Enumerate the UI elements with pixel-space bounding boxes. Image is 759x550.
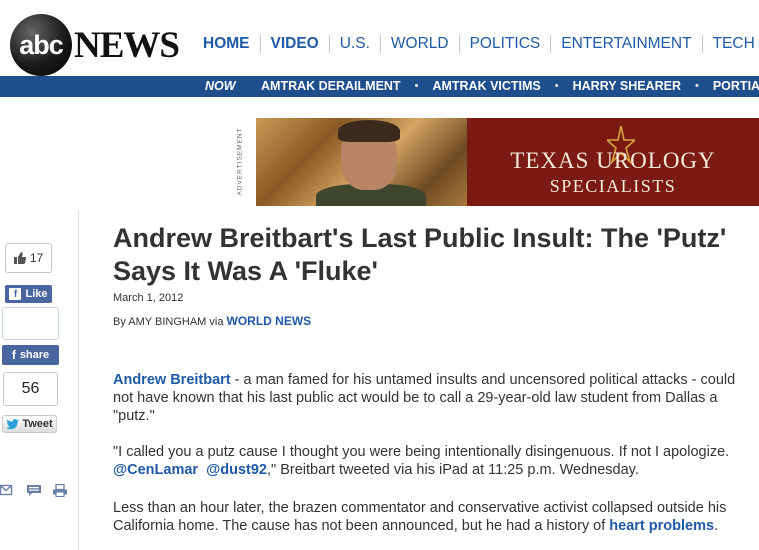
- abc-logo-circle: abc: [10, 14, 72, 76]
- nav-video[interactable]: VIDEO: [261, 35, 329, 53]
- like-label: Like: [25, 288, 48, 300]
- nav-tech[interactable]: TECH: [703, 35, 759, 53]
- article-paragraph-1: Andrew Breitbart - a man famed for his u…: [113, 371, 753, 425]
- trending-link[interactable]: HARRY SHEARER: [573, 79, 681, 93]
- article-paragraph-2: "I called you a putz cause I thought you…: [113, 443, 753, 479]
- like-count: 17: [29, 251, 44, 265]
- heart-problems-link[interactable]: heart problems: [609, 518, 714, 534]
- nav-politics[interactable]: POLITICS: [460, 35, 551, 53]
- article-paragraph-3: Less than an hour later, the brazen comm…: [113, 499, 753, 535]
- main-nav: HOME VIDEO U.S. WORLD POLITICS ENTERTAIN…: [193, 35, 759, 53]
- bullet-separator: •: [694, 80, 699, 92]
- tweet-button[interactable]: Tweet: [2, 415, 57, 433]
- share-count-box: [2, 307, 59, 340]
- trending-bar: NOW AMTRAK DERAILMENT • AMTRAK VICTIMS •…: [0, 76, 759, 97]
- article-date: March 1, 2012: [113, 292, 184, 304]
- trending-link[interactable]: AMTRAK VICTIMS: [432, 79, 540, 93]
- bullet-separator: •: [414, 80, 419, 92]
- tweet-count-box: 56: [3, 372, 58, 406]
- tweet-label: Tweet: [22, 418, 53, 430]
- ad-photo: [256, 118, 467, 206]
- facebook-icon: f: [11, 348, 16, 362]
- article-byline: By AMY BINGHAM via WORLD NEWS: [113, 314, 311, 328]
- advertisement-label: ADVERTISEMENT: [237, 118, 254, 206]
- banner-ad[interactable]: TEXAS UROLOGY SPECIALISTS: [256, 118, 759, 206]
- share-rail: 17 f Like f share 56 Tweet: [0, 210, 79, 550]
- thumbs-up-icon: [13, 252, 26, 264]
- ad-brand-line1: TEXAS UROLOGY: [510, 148, 716, 173]
- ad-photo-hair: [338, 120, 400, 142]
- article-tools: [0, 484, 68, 497]
- nav-world[interactable]: WORLD: [381, 35, 459, 53]
- advertisement-label-text: ADVERTISEMENT: [236, 127, 244, 196]
- news-wordmark: NEWS: [74, 24, 180, 66]
- now-label: NOW: [205, 79, 236, 93]
- twitter-bird-icon: [6, 418, 20, 429]
- paragraph-text: .: [714, 518, 719, 534]
- byline-author: By AMY BINGHAM via: [113, 316, 224, 328]
- bullet-separator: •: [554, 80, 559, 92]
- nav-entertainment[interactable]: ENTERTAINMENT: [551, 35, 701, 53]
- facebook-share-button[interactable]: f share: [2, 345, 59, 365]
- tweet-count: 56: [21, 380, 40, 397]
- email-icon[interactable]: [0, 484, 16, 497]
- nav-home[interactable]: HOME: [193, 35, 260, 53]
- nav-us[interactable]: U.S.: [330, 35, 380, 53]
- trending-link[interactable]: PORTIA DE: [713, 79, 759, 93]
- byline-source-link[interactable]: WORLD NEWS: [227, 314, 312, 328]
- cenlamar-link[interactable]: @CenLamar: [113, 462, 198, 478]
- dust92-link[interactable]: @dust92: [206, 462, 267, 478]
- trending-link[interactable]: AMTRAK DERAILMENT: [261, 79, 401, 93]
- trending-links: AMTRAK DERAILMENT • AMTRAK VICTIMS • HAR…: [261, 79, 759, 93]
- share-label: share: [19, 349, 50, 361]
- article-headline: Andrew Breitbart's Last Public Insult: T…: [113, 223, 727, 286]
- ad-brand-line2: SPECIALISTS: [549, 176, 677, 196]
- andrew-breitbart-link[interactable]: Andrew Breitbart: [113, 372, 231, 388]
- paragraph-text: ," Breitbart tweeted via his iPad at 11:…: [267, 462, 639, 478]
- facebook-icon: f: [9, 288, 22, 300]
- abc-news-logo[interactable]: abc NEWS: [10, 14, 180, 76]
- print-icon[interactable]: [52, 484, 68, 497]
- ad-brand-panel: TEXAS UROLOGY SPECIALISTS: [467, 118, 759, 206]
- facebook-like-button[interactable]: f Like: [5, 285, 52, 303]
- site-header: abc NEWS HOME VIDEO U.S. WORLD POLITICS …: [0, 0, 759, 76]
- paragraph-text: "I called you a putz cause I thought you…: [113, 444, 730, 460]
- like-count-box: 17: [5, 243, 52, 273]
- comment-icon[interactable]: [26, 484, 42, 497]
